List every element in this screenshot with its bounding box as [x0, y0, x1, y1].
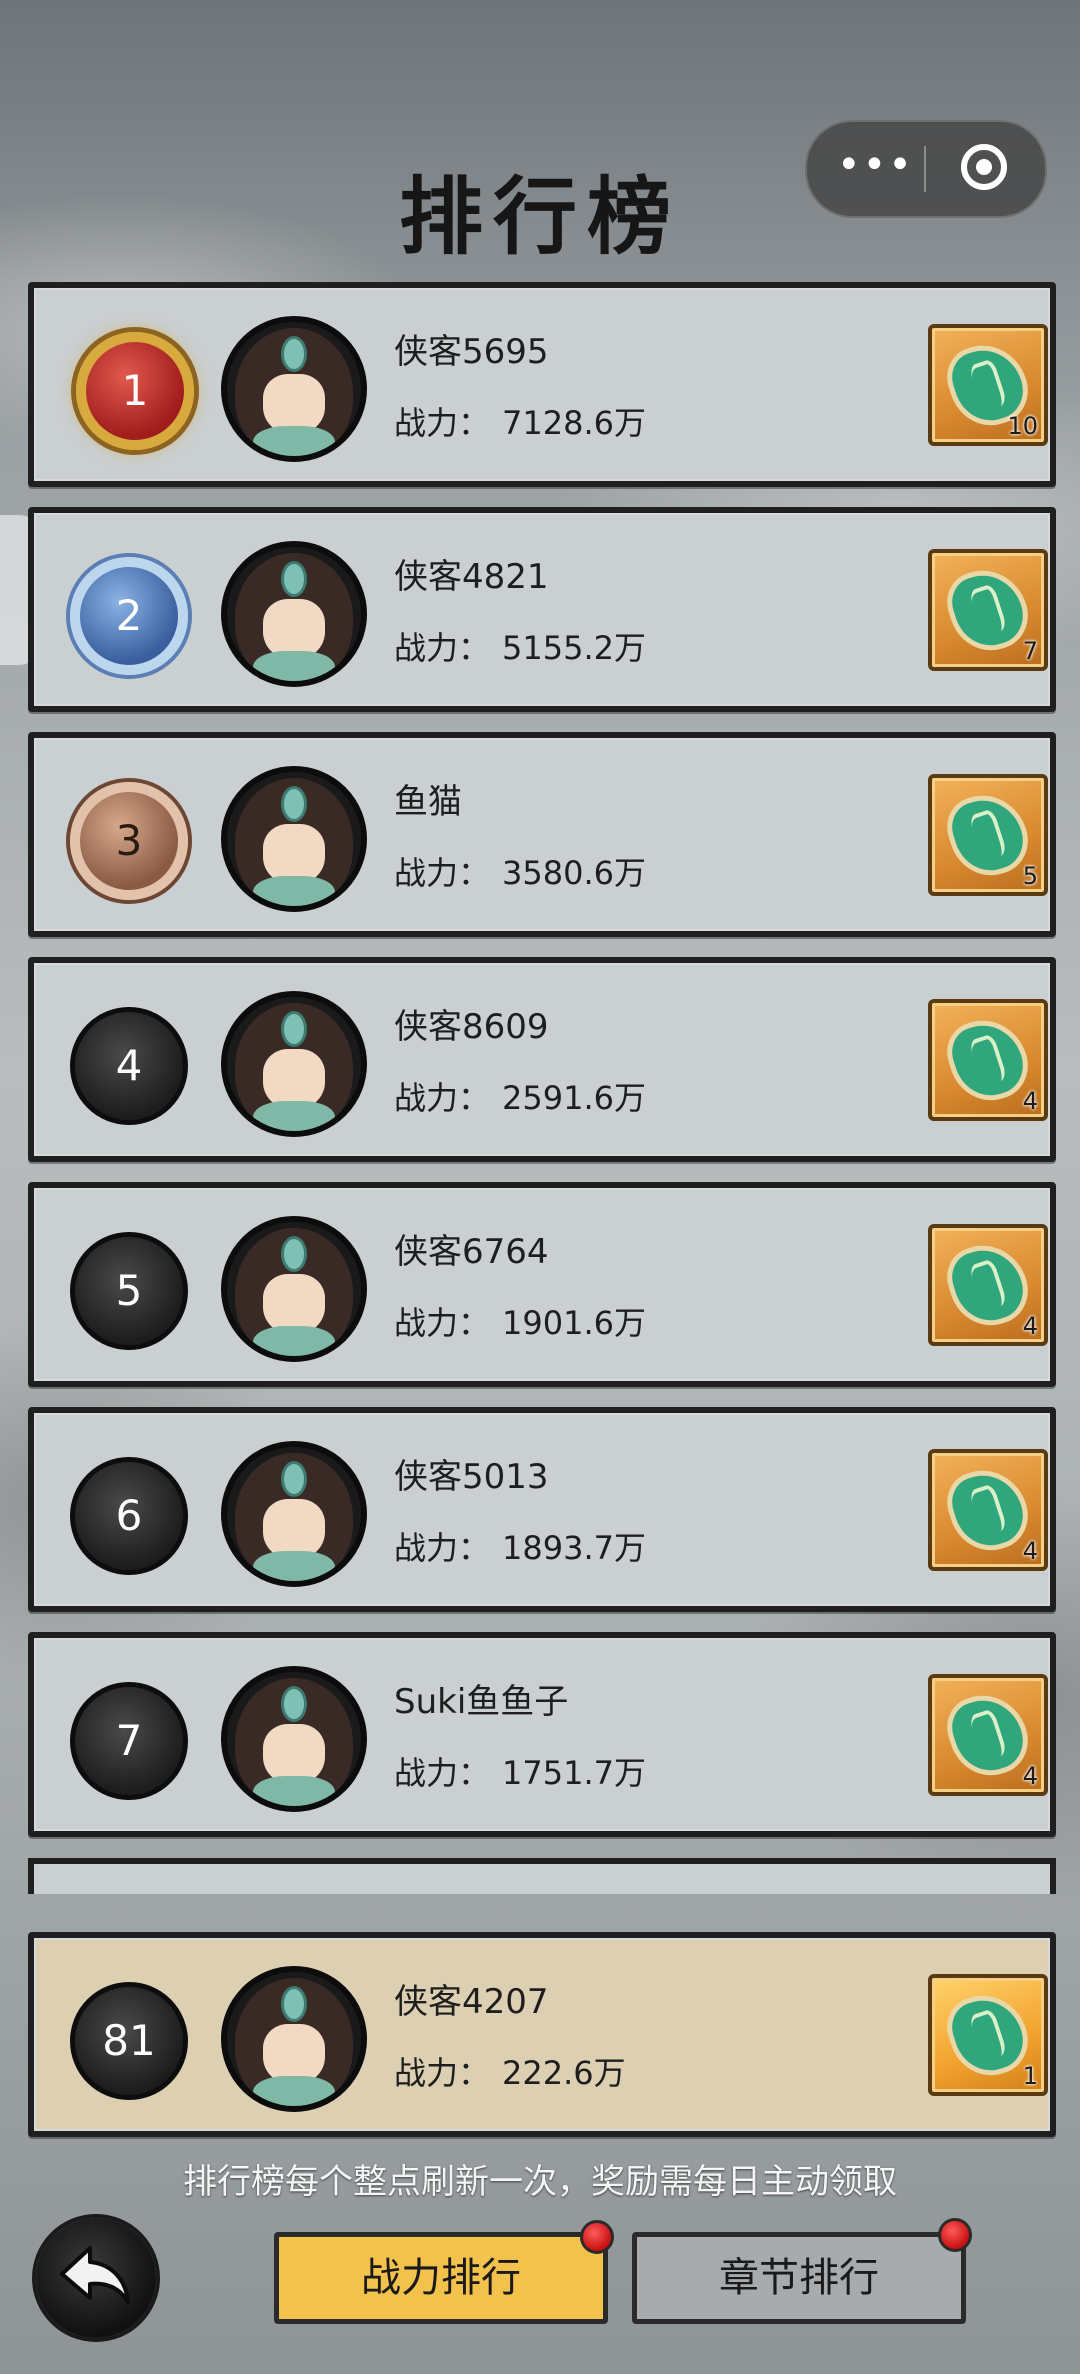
jade-token-icon[interactable]: 10 [928, 324, 1048, 446]
power-label: 战力： [394, 404, 491, 442]
ranking-row[interactable]: 3 鱼猫战力： 3580.6万 5 [28, 732, 1056, 937]
rank-badge: 1 [76, 332, 194, 450]
rank-badge: 2 [70, 557, 188, 675]
jade-token-icon[interactable]: 1 [928, 1974, 1048, 2096]
rank-badge: 6 [70, 1457, 188, 1575]
power-value: 1751.7万 [502, 1754, 646, 1792]
tab-power-rank[interactable]: 战力排行 [274, 2232, 608, 2324]
capsule-divider [924, 146, 926, 192]
jade-token-icon[interactable]: 5 [928, 774, 1048, 896]
combat-power: 战力： 1893.7万 [394, 1523, 646, 1569]
reward-count: 4 [1022, 1087, 1038, 1115]
player-name: 侠客5013 [394, 1457, 549, 1497]
more-dots-icon[interactable]: ••• [837, 145, 912, 185]
ranking-row[interactable]: 2 侠客4821 战力： 5155.2万 7 [28, 507, 1056, 712]
avatar [221, 1666, 367, 1812]
rank-badge: 3 [70, 782, 188, 900]
back-arrow-icon[interactable] [36, 2218, 156, 2338]
ranking-row[interactable]: 1 侠客5695 战力： 7128.6万 10 [28, 282, 1056, 487]
rank-badge: 5 [70, 1232, 188, 1350]
avatar [221, 316, 367, 462]
ranking-row[interactable]: 6 侠客5013 战力： 1893.7万 4 [28, 1407, 1056, 1612]
power-label: 战力： [394, 854, 491, 892]
avatar [221, 766, 367, 912]
rank-badge: 81 [70, 1982, 188, 2100]
combat-power: 战力： 222.6万 [394, 2048, 626, 2094]
player-name: 侠客5695 [394, 332, 549, 372]
rank-badge: 7 [70, 1682, 188, 1800]
notification-dot [580, 2220, 614, 2254]
jade-token-icon[interactable]: 4 [928, 1224, 1048, 1346]
combat-power: 战力： 7128.6万 [394, 398, 646, 444]
notification-dot [938, 2218, 972, 2252]
my-rank-row-wrap: 81 侠客4207 战力： 222.6万 1 [24, 1932, 1060, 2142]
ranking-row[interactable]: 7 Suki鱼鱼子 战力： 1751.7万 4 [28, 1632, 1056, 1837]
player-name: 侠客8609 [394, 1007, 549, 1047]
avatar [221, 1441, 367, 1587]
refresh-notice: 排行榜每个整点刷新一次，奖励需每日主动领取 [183, 2162, 897, 2202]
player-name: 鱼猫 [394, 782, 462, 822]
reward-count: 7 [1022, 637, 1038, 665]
avatar [221, 991, 367, 1137]
combat-power: 战力： 2591.6万 [394, 1073, 646, 1119]
jade-token-icon[interactable]: 4 [928, 1449, 1048, 1571]
player-name: 侠客4821 [394, 557, 549, 597]
reward-count: 4 [1022, 1762, 1038, 1790]
avatar [221, 1216, 367, 1362]
power-value: 7128.6万 [502, 404, 646, 442]
power-value: 1893.7万 [502, 1529, 646, 1567]
combat-power: 战力： 1901.6万 [394, 1298, 646, 1344]
jade-token-icon[interactable]: 4 [928, 999, 1048, 1121]
power-value: 5155.2万 [502, 629, 646, 667]
partial-row [28, 1858, 1056, 1894]
avatar [221, 541, 367, 687]
reward-count: 4 [1022, 1312, 1038, 1340]
power-label: 战力： [394, 1304, 491, 1342]
rank-badge: 4 [70, 1007, 188, 1125]
my-rank-row[interactable]: 81 侠客4207 战力： 222.6万 1 [28, 1932, 1056, 2137]
jade-token-icon[interactable]: 7 [928, 549, 1048, 671]
jade-token-icon[interactable]: 4 [928, 1674, 1048, 1796]
reward-count: 4 [1022, 1537, 1038, 1565]
power-value: 2591.6万 [502, 1079, 646, 1117]
power-label: 战力： [394, 1754, 491, 1792]
target-close-icon[interactable] [961, 144, 1007, 190]
player-name: 侠客6764 [394, 1232, 549, 1272]
ranking-row[interactable]: 4 侠客8609 战力： 2591.6万 4 [28, 957, 1056, 1162]
combat-power: 战力： 1751.7万 [394, 1748, 646, 1794]
combat-power: 战力： 5155.2万 [394, 623, 646, 669]
avatar [221, 1966, 367, 2112]
ranking-row[interactable]: 5 侠客6764 战力： 1901.6万 4 [28, 1182, 1056, 1387]
reward-count: 5 [1022, 862, 1038, 890]
power-label: 战力： [394, 1079, 491, 1117]
mini-program-capsule: ••• [805, 120, 1047, 218]
power-label: 战力： [394, 629, 491, 667]
player-name: 侠客4207 [394, 1982, 549, 2022]
power-value: 222.6万 [502, 2054, 626, 2092]
combat-power: 战力： 3580.6万 [394, 848, 646, 894]
power-value: 1901.6万 [502, 1304, 646, 1342]
player-name: Suki鱼鱼子 [394, 1682, 569, 1722]
power-value: 3580.6万 [502, 854, 646, 892]
leaderboard-list[interactable]: 1 侠客5695 战力： 7128.6万 10 2 侠客4821 战力： 5155.2万 7 3 鱼猫… [24, 282, 1060, 1894]
tab-chapter-rank[interactable]: 章节排行 [632, 2232, 966, 2324]
power-label: 战力： [394, 1529, 491, 1567]
reward-count: 10 [1007, 412, 1038, 440]
reward-count: 1 [1022, 2062, 1038, 2090]
power-label: 战力： [394, 2054, 491, 2092]
